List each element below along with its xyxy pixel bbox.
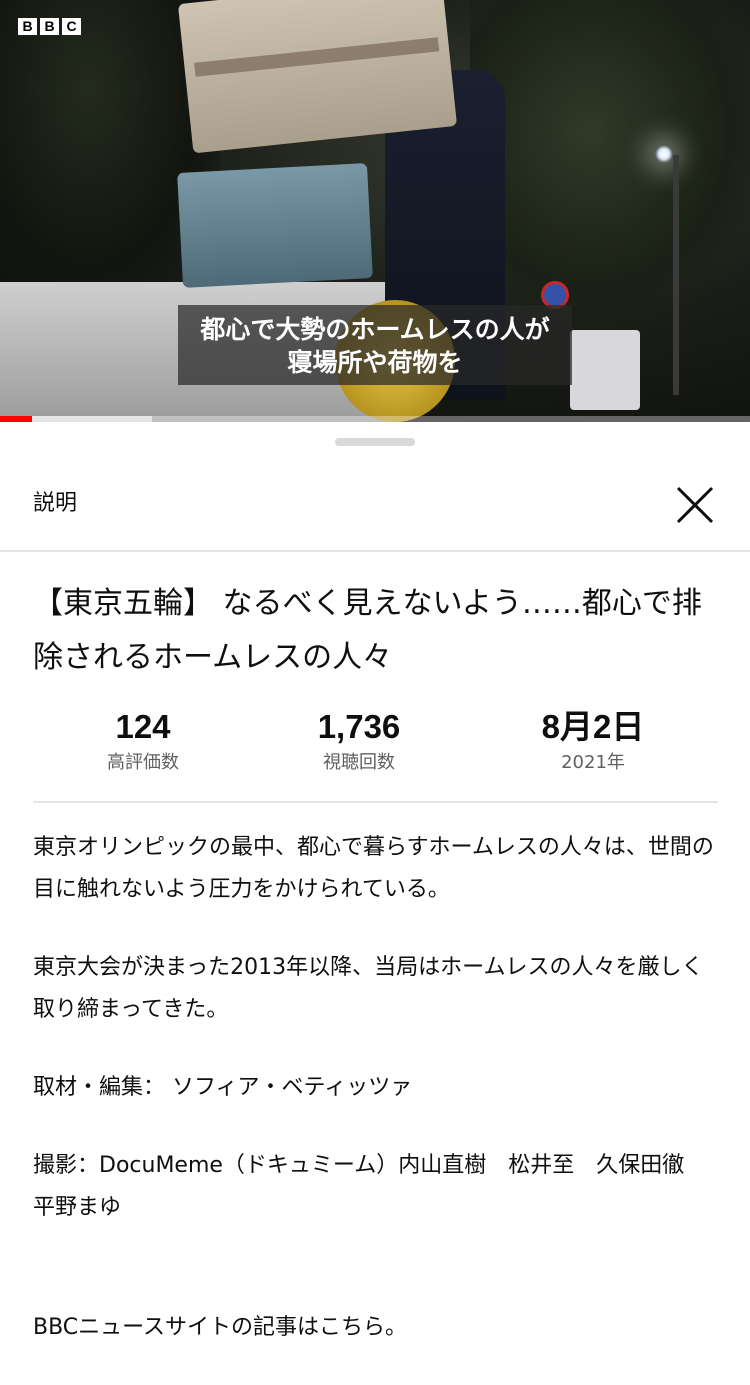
publish-date: 8月2日 (541, 708, 645, 745)
logo-letter: B (18, 18, 37, 35)
sheet-header: 説明 (0, 462, 750, 552)
logo-letter: C (62, 18, 81, 35)
sheet-title: 説明 (33, 491, 78, 516)
description-credit-editor: 取材・編集： ソフィア・ベティッツァ (33, 1075, 413, 1100)
video-player[interactable]: B B C 都心で大勢のホームレスの人が 寝場所や荷物を (0, 0, 750, 422)
views-stat: 1,736 視聴回数 (249, 707, 469, 777)
close-icon (676, 486, 714, 524)
video-frame-lamp-pole (673, 155, 679, 395)
views-count: 1,736 (317, 708, 401, 745)
likes-stat: 124 高評価数 (33, 707, 253, 777)
subtitle-line: 都心で大勢のホームレスの人が (200, 315, 550, 344)
video-stats: 124 高評価数 1,736 視聴回数 8月2日 2021年 (33, 707, 718, 803)
publish-year: 2021年 (561, 752, 625, 773)
subtitle-line: 寝場所や荷物を (287, 348, 463, 377)
likes-label: 高評価数 (107, 752, 179, 773)
description-credit-camera: 撮影：DocuMeme（ドキュミーム）内山直樹 松井至 久保田徹 平野まゆ (33, 1153, 707, 1220)
likes-count: 124 (115, 708, 171, 745)
date-stat: 8月2日 2021年 (483, 707, 703, 777)
description-paragraph: 東京オリンピックの最中、都心で暮らすホームレスの人々は、世間の目に触れないよう圧… (33, 835, 714, 902)
video-frame-street-lamp (655, 145, 673, 163)
drag-handle[interactable] (335, 438, 415, 446)
video-description: 東京オリンピックの最中、都心で暮らすホームレスの人々は、世間の目に触れないよう圧… (33, 827, 723, 1385)
description-sheet: 説明 【東京五輪】 なるべく見えないよう……都心で排除されるホームレスの人々 1… (0, 422, 750, 1340)
video-subtitle: 都心で大勢のホームレスの人が 寝場所や荷物を (178, 305, 572, 385)
description-paragraph: 東京大会が決まった2013年以降、当局はホームレスの人々を厳しく取り締まってきた… (33, 955, 704, 1022)
views-label: 視聴回数 (323, 752, 395, 773)
logo-letter: B (40, 18, 59, 35)
video-frame-trees-right (470, 0, 750, 330)
video-frame-basket (177, 163, 373, 288)
description-link-text[interactable]: BBCニュースサイトの記事はこちら。 (33, 1307, 723, 1349)
video-frame-van (570, 330, 640, 410)
close-button[interactable] (670, 480, 720, 530)
video-title: 【東京五輪】 なるべく見えないよう……都心で排除されるホームレスの人々 (33, 586, 702, 675)
bbc-logo: B B C (18, 18, 81, 35)
